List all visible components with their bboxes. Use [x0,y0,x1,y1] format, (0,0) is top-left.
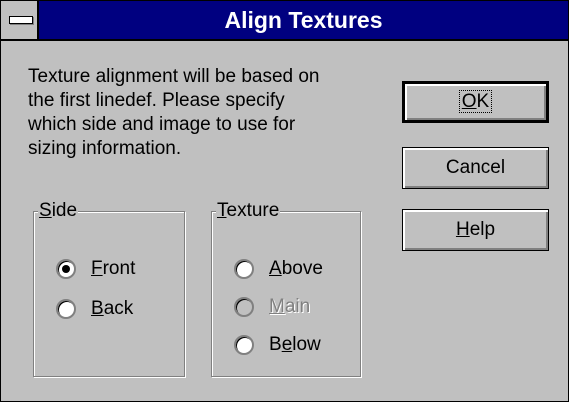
texture-groupbox: Texture Above Main Below [211,199,361,377]
ok-label-rest: K [476,91,490,112]
main-mnemonic: M [269,296,285,317]
back-mnemonic: B [91,298,104,319]
radio-back-indicator[interactable] [56,299,76,319]
ok-mnemonic: O [461,91,477,112]
above-mnemonic: A [269,258,282,279]
cancel-button-label: Cancel [445,157,506,178]
side-mnemonic: S [39,200,52,221]
instruction-line-2: the first linedef. Please specify [28,90,285,111]
back-label-rest: ack [103,298,134,319]
radio-below-label: Below [269,334,321,356]
side-label-rest: ide [51,200,78,221]
title-bar: Align Textures [1,1,568,41]
side-group-label: Side [38,199,79,223]
instruction-text: Texture alignment will be based on the f… [28,65,378,161]
system-menu-button[interactable] [1,1,39,39]
main-label-rest: ain [284,296,311,317]
ok-button[interactable]: OK [402,81,549,123]
dialog-title: Align Textures [224,7,383,33]
texture-mnemonic: T [217,200,227,221]
ok-button-label: OK [458,90,493,113]
front-mnemonic: F [91,258,103,279]
below-label-pre: B [269,334,282,355]
radio-above-indicator[interactable] [234,259,254,279]
radio-main-indicator [234,297,254,317]
help-label-rest: elp [469,219,496,240]
radio-above[interactable]: Above [234,257,323,281]
system-menu-icon [9,16,33,24]
radio-below[interactable]: Below [234,333,321,357]
help-button-label: Help [456,219,495,240]
texture-group-label: Texture [216,199,281,223]
above-label-rest: bove [281,258,323,279]
instruction-line-1: Texture alignment will be based on [28,66,320,87]
cancel-button[interactable]: Cancel [402,147,549,189]
radio-back[interactable]: Back [56,297,133,321]
below-mnemonic: e [281,334,293,355]
help-mnemonic: H [455,219,470,240]
radio-main-label: Main [269,296,310,318]
below-label-rest: low [292,334,321,355]
radio-front-label: Front [91,258,135,280]
radio-above-label: Above [269,258,323,280]
radio-front-indicator[interactable] [56,259,76,279]
align-textures-dialog: Align Textures Texture alignment will be… [0,0,569,402]
help-button[interactable]: Help [402,209,549,251]
radio-back-label: Back [91,298,133,320]
instruction-line-4: sizing information. [28,138,182,159]
radio-below-indicator[interactable] [234,335,254,355]
front-label-rest: ront [102,258,136,279]
side-groupbox: Side Front Back [33,199,185,377]
instruction-line-3: which side and image to use for [28,114,296,135]
radio-main: Main [234,295,310,319]
radio-front[interactable]: Front [56,257,135,281]
texture-label-rest: exture [226,200,280,221]
